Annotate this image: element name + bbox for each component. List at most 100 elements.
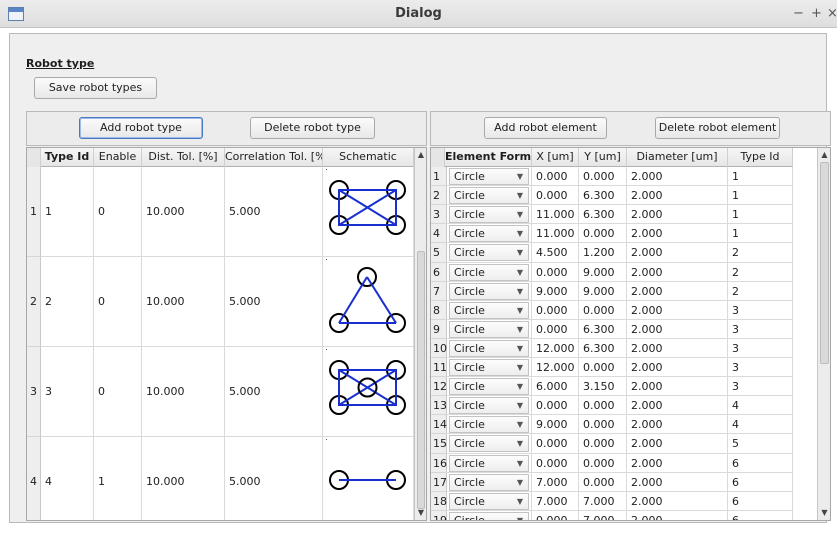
element-cell-d[interactable]: 2.000	[627, 282, 728, 301]
robot-cell-dist-tol[interactable]: 10.000	[142, 167, 225, 257]
col-enable[interactable]: Enable	[94, 148, 142, 167]
element-form-dropdown[interactable]: Circle ▼	[449, 435, 529, 452]
robot-cell-type-id[interactable]: 1	[41, 167, 94, 257]
robot-cell-corr-tol[interactable]: 5.000	[225, 167, 323, 257]
element-cell-y[interactable]: 0.000	[579, 301, 627, 320]
robot-cell-dist-tol[interactable]: 10.000	[142, 437, 225, 520]
element-cell-d[interactable]: 2.000	[627, 454, 728, 473]
arrow-down-icon[interactable]: ▼	[818, 506, 830, 520]
element-cell-x[interactable]: 0.000	[532, 320, 579, 339]
element-cell-d[interactable]: 2.000	[627, 415, 728, 434]
robot-cell-corr-tol[interactable]: 5.000	[225, 437, 323, 520]
element-form-dropdown[interactable]: Circle ▼	[449, 340, 529, 357]
robot-type-table[interactable]: Type Id Enable Dist. Tol. [%] Correlatio…	[26, 147, 427, 521]
element-cell-x[interactable]: 9.000	[532, 415, 579, 434]
element-cell-x[interactable]: 0.000	[532, 434, 579, 454]
element-cell-x[interactable]: 11.000	[532, 224, 579, 243]
element-cell-x[interactable]: 9.000	[532, 282, 579, 301]
element-cell-d[interactable]: 2.000	[627, 320, 728, 339]
element-cell-y[interactable]: 6.300	[579, 205, 627, 224]
element-form-dropdown[interactable]: Circle ▼	[449, 283, 529, 300]
chevron-down-icon[interactable]: ▼	[517, 513, 523, 520]
element-form-dropdown[interactable]: Circle ▼	[449, 512, 529, 520]
element-cell-x[interactable]: 0.000	[532, 301, 579, 320]
element-cell-t[interactable]: 3	[728, 320, 793, 339]
element-cell-t[interactable]: 1	[728, 167, 793, 186]
element-cell-t[interactable]: 4	[728, 396, 793, 415]
row-header[interactable]: 3	[27, 347, 41, 437]
element-cell-y[interactable]: 7.000	[579, 511, 627, 520]
chevron-down-icon[interactable]: ▼	[517, 188, 523, 203]
row-header[interactable]: 1	[27, 167, 41, 257]
delete-robot-element-button[interactable]: Delete robot element	[655, 117, 780, 139]
col-schematic[interactable]: Schematic	[323, 148, 414, 167]
element-cell-d[interactable]: 2.000	[627, 263, 728, 282]
element-cell-x[interactable]: 0.000	[532, 396, 579, 415]
element-cell-y[interactable]: 0.000	[579, 454, 627, 473]
element-cell-t[interactable]: 5	[728, 434, 793, 454]
element-cell-y[interactable]: 0.000	[579, 396, 627, 415]
element-cell-x[interactable]: 11.000	[532, 205, 579, 224]
element-cell-t[interactable]: 6	[728, 454, 793, 473]
element-cell-t[interactable]: 6	[728, 492, 793, 511]
element-cell-t[interactable]: 1	[728, 224, 793, 243]
element-cell-y[interactable]: 0.000	[579, 415, 627, 434]
element-cell-t[interactable]: 2	[728, 263, 793, 282]
element-cell-t[interactable]: 6	[728, 473, 793, 492]
element-cell-t[interactable]: 1	[728, 205, 793, 224]
robot-cell-dist-tol[interactable]: 10.000	[142, 347, 225, 437]
chevron-down-icon[interactable]: ▼	[517, 226, 523, 241]
element-cell-d[interactable]: 2.000	[627, 243, 728, 263]
add-robot-element-button[interactable]: Add robot element	[484, 117, 607, 139]
add-robot-type-button[interactable]: Add robot type	[79, 117, 203, 139]
element-cell-y[interactable]: 0.000	[579, 167, 627, 186]
element-cell-x[interactable]: 12.000	[532, 358, 579, 377]
element-cell-y[interactable]: 9.000	[579, 282, 627, 301]
col-x[interactable]: X [um]	[532, 148, 579, 167]
element-cell-y[interactable]: 0.000	[579, 434, 627, 454]
element-cell-x[interactable]: 6.000	[532, 377, 579, 396]
element-cell-d[interactable]: 2.000	[627, 358, 728, 377]
robot-element-table[interactable]: Element Form X [um] Y [um] Diameter [um]…	[430, 147, 831, 521]
col-dist-tol[interactable]: Dist. Tol. [%]	[142, 148, 225, 167]
element-cell-d[interactable]: 2.000	[627, 301, 728, 320]
element-cell-d[interactable]: 2.000	[627, 473, 728, 492]
element-form-dropdown[interactable]: Circle ▼	[449, 187, 529, 204]
element-cell-t[interactable]: 3	[728, 377, 793, 396]
element-form-dropdown[interactable]: Circle ▼	[449, 455, 529, 472]
element-cell-t[interactable]: 2	[728, 243, 793, 263]
element-cell-x[interactable]: 0.000	[532, 186, 579, 205]
close-button[interactable]: ×	[827, 6, 837, 21]
element-cell-d[interactable]: 2.000	[627, 492, 728, 511]
robot-table-scrollbar[interactable]: ▲ ▼	[414, 148, 426, 520]
element-cell-y[interactable]: 0.000	[579, 473, 627, 492]
robot-cell-dist-tol[interactable]: 10.000	[142, 257, 225, 347]
chevron-down-icon[interactable]: ▼	[517, 245, 523, 260]
element-cell-x[interactable]: 0.000	[532, 511, 579, 520]
chevron-down-icon[interactable]: ▼	[517, 360, 523, 375]
element-cell-t[interactable]: 1	[728, 186, 793, 205]
scroll-thumb[interactable]	[820, 162, 829, 364]
element-cell-x[interactable]: 7.000	[532, 492, 579, 511]
robot-cell-enable[interactable]: 0	[94, 347, 142, 437]
chevron-down-icon[interactable]: ▼	[517, 207, 523, 222]
chevron-down-icon[interactable]: ▼	[517, 494, 523, 509]
col-diameter[interactable]: Diameter [um]	[627, 148, 728, 167]
element-cell-y[interactable]: 0.000	[579, 358, 627, 377]
element-form-dropdown[interactable]: Circle ▼	[449, 416, 529, 433]
element-cell-d[interactable]: 2.000	[627, 224, 728, 243]
element-form-dropdown[interactable]: Circle ▼	[449, 244, 529, 261]
element-cell-d[interactable]: 2.000	[627, 167, 728, 186]
robot-cell-type-id[interactable]: 3	[41, 347, 94, 437]
robot-cell-enable[interactable]: 0	[94, 167, 142, 257]
element-form-dropdown[interactable]: Circle ▼	[449, 264, 529, 281]
element-cell-t[interactable]: 6	[728, 511, 793, 520]
chevron-down-icon[interactable]: ▼	[517, 456, 523, 471]
element-cell-x[interactable]: 0.000	[532, 263, 579, 282]
chevron-down-icon[interactable]: ▼	[517, 303, 523, 318]
element-cell-y[interactable]: 6.300	[579, 186, 627, 205]
arrow-down-icon[interactable]: ▼	[415, 506, 426, 520]
element-cell-y[interactable]: 7.000	[579, 492, 627, 511]
element-cell-y[interactable]: 6.300	[579, 339, 627, 358]
element-cell-x[interactable]: 7.000	[532, 473, 579, 492]
